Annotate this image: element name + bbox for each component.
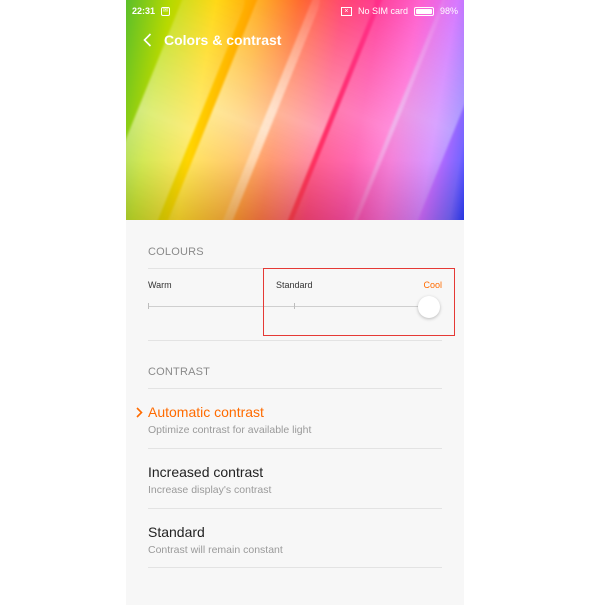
automatic-contrast-option[interactable]: Automatic contrast Optimize contrast for… <box>135 390 442 448</box>
contrast-section-header: CONTRAST <box>148 366 211 378</box>
slider-tick-warm <box>148 303 149 309</box>
colours-section-header: COLOURS <box>148 246 204 258</box>
standard-contrast-option[interactable]: Standard Contrast will remain constant <box>148 510 442 568</box>
divider <box>148 567 442 568</box>
option-subtitle: Optimize contrast for available light <box>148 424 312 436</box>
selected-chevron-icon <box>134 406 144 418</box>
divider <box>148 508 442 509</box>
title-bar: Colors & contrast <box>126 26 281 54</box>
status-time: 22:31 <box>132 6 156 16</box>
divider <box>148 388 442 389</box>
back-arrow-icon[interactable] <box>140 33 154 47</box>
divider <box>148 448 442 449</box>
option-subtitle: Contrast will remain constant <box>148 544 283 556</box>
option-title: Increased contrast <box>148 464 264 480</box>
highlight-annotation-box <box>263 268 455 336</box>
option-title: Standard <box>148 524 205 540</box>
option-title: Automatic contrast <box>148 404 264 420</box>
notification-icon: ✉ <box>161 6 171 16</box>
status-bar: 22:31 ✉ × No SIM card 98% <box>126 0 464 22</box>
page-title: Colors & contrast <box>164 32 282 48</box>
sim-status-text: No SIM card <box>357 6 408 16</box>
warm-label: Warm <box>148 280 172 290</box>
battery-icon <box>413 6 434 16</box>
no-sim-icon: × <box>340 6 352 16</box>
option-subtitle: Increase display's contrast <box>148 484 272 496</box>
battery-percent: 98% <box>439 6 458 16</box>
header-wallpaper-image: 22:31 ✉ × No SIM card 98% Colors & contr… <box>126 0 464 220</box>
increased-contrast-option[interactable]: Increased contrast Increase display's co… <box>148 450 442 508</box>
divider <box>148 340 442 341</box>
